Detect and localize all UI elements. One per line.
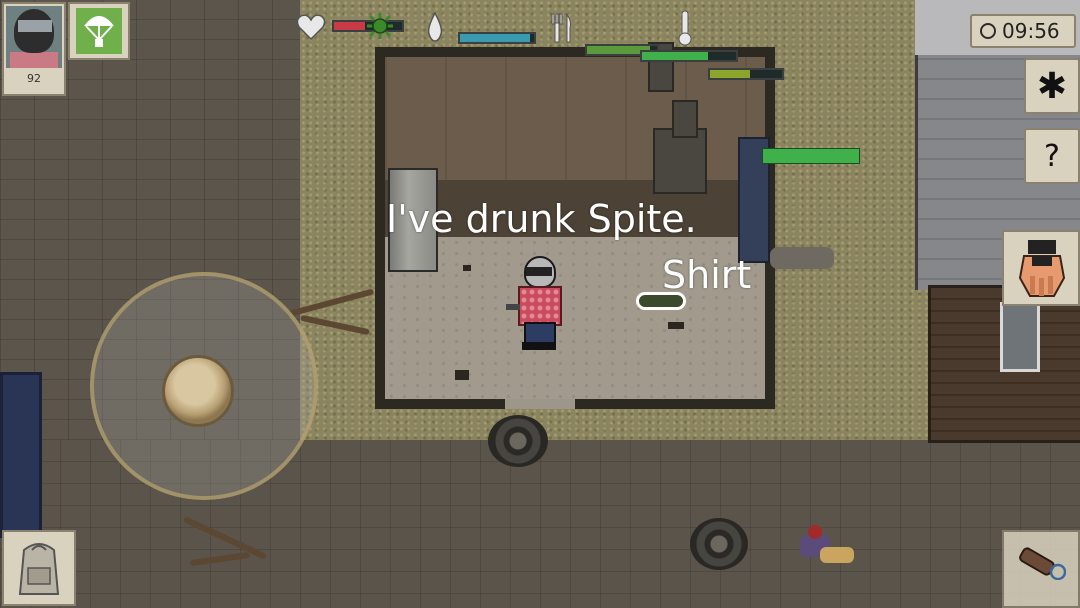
dead-dog[interactable] [770, 247, 834, 269]
locker-health-bar [762, 148, 860, 164]
clock-time: 09:56 [1002, 19, 1060, 43]
quests-button[interactable]: ? [1024, 128, 1080, 184]
zombie-corpse[interactable] [800, 525, 855, 570]
backpack-icon [18, 543, 60, 595]
corpse-legs [820, 547, 854, 563]
fist-icon [1018, 240, 1066, 297]
floor-debris [455, 370, 469, 380]
old-tire[interactable] [690, 518, 748, 570]
corpse-head [808, 525, 822, 539]
fork-knife-icon [551, 13, 571, 43]
player-shirt [518, 286, 562, 326]
doorway[interactable] [505, 399, 575, 409]
floor-debris [668, 322, 684, 329]
parachute-icon [84, 16, 114, 47]
player-weapon [506, 304, 520, 310]
old-tire[interactable] [488, 415, 548, 467]
portrait-body [10, 52, 58, 68]
heart-icon [296, 14, 326, 40]
stone-statue-head [672, 100, 698, 138]
cabin-window[interactable] [1000, 302, 1040, 372]
blue-truck[interactable] [0, 372, 42, 538]
thirst-bar-fill [460, 34, 531, 42]
health-bar-fill [334, 22, 365, 30]
player-speech-text: I've drunk Spite. [386, 197, 697, 241]
energy-bar [708, 68, 784, 80]
item-label: Shirt [662, 253, 752, 297]
player-boots [522, 342, 556, 350]
game-viewport[interactable]: I've drunk Spite. Shirt 92 09:56 ✱ ? [0, 0, 1080, 608]
temperature-bar [640, 50, 738, 62]
floor-debris [463, 265, 471, 271]
gear-icon: ✱ [1036, 65, 1068, 107]
temperature-bar-fill [642, 52, 708, 60]
player-character [506, 256, 566, 352]
virus-icon [367, 13, 393, 39]
weapon-swap-icon [1019, 547, 1066, 580]
thermometer-icon [678, 10, 692, 46]
clock-icon [980, 23, 996, 39]
game-clock: 09:56 [970, 14, 1076, 48]
joystick-knob[interactable] [162, 355, 234, 427]
settings-button[interactable]: ✱ [1024, 58, 1080, 114]
player-level: 92 [27, 72, 41, 85]
water-drop-icon [427, 12, 443, 42]
thirst-bar [458, 32, 536, 44]
player-visor [526, 267, 552, 276]
notebook-question-icon: ? [1044, 138, 1060, 174]
energy-bar-fill [710, 70, 750, 78]
portrait-visor [18, 20, 52, 32]
